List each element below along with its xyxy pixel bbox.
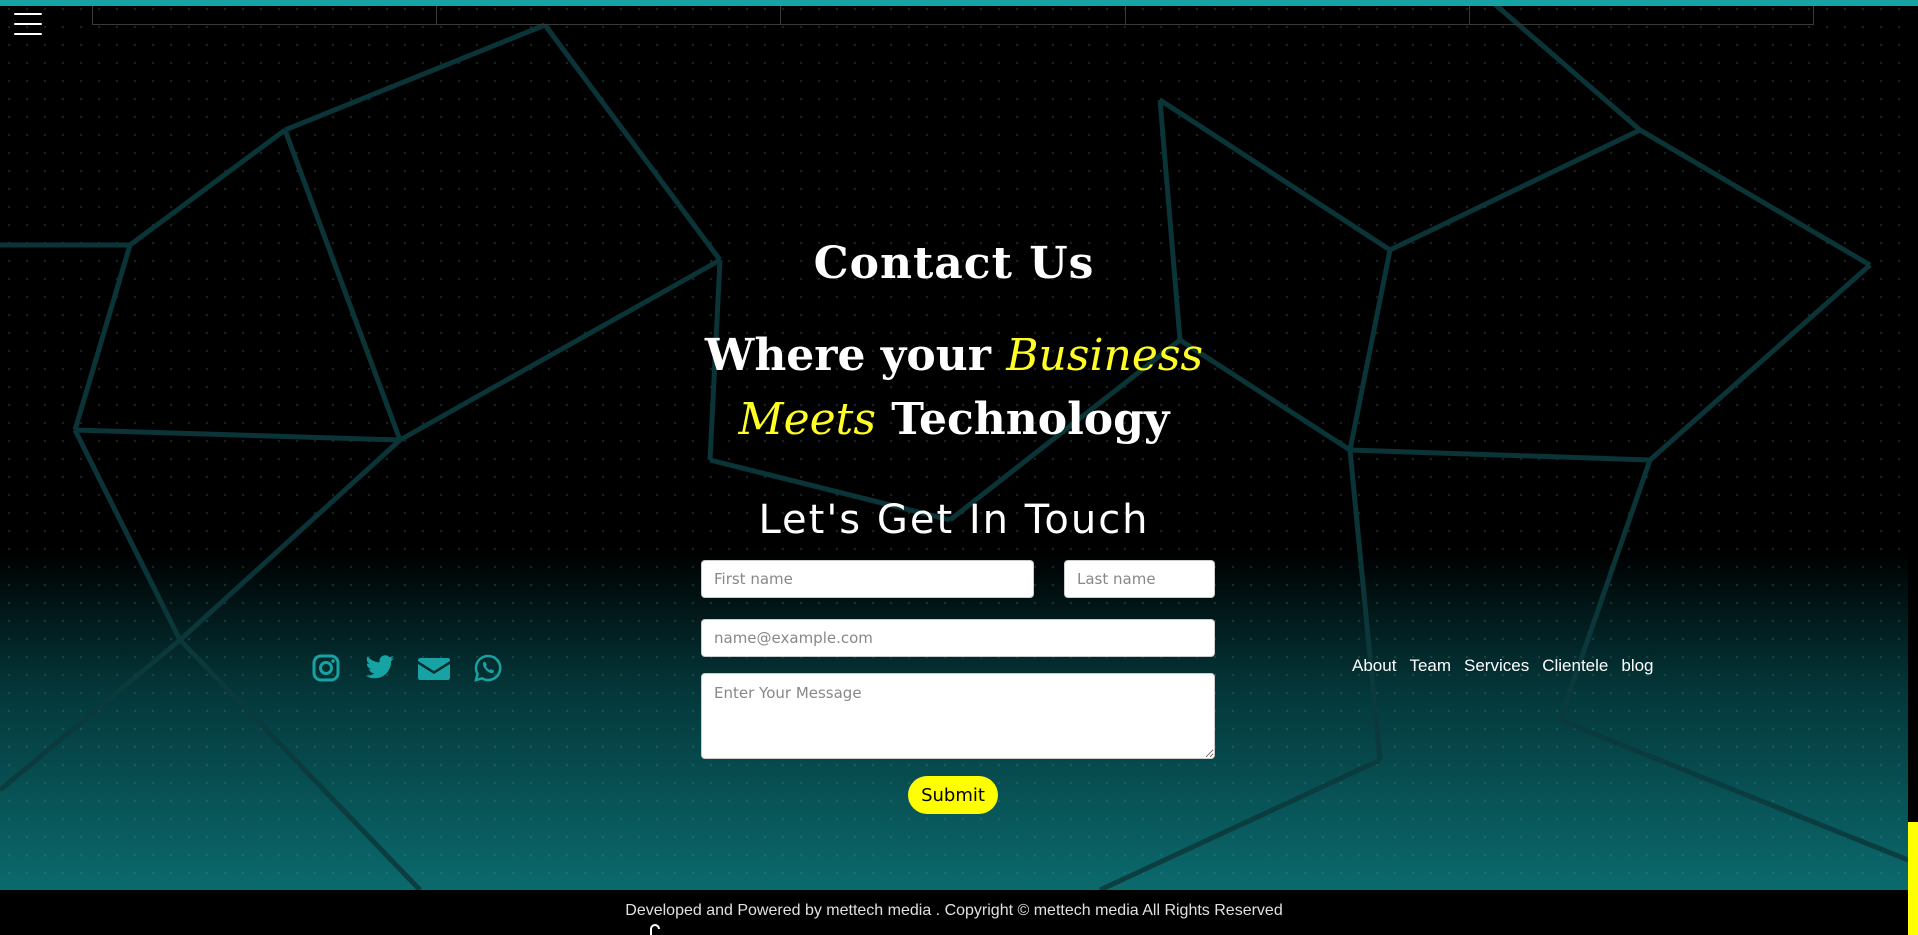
nav-link-about[interactable]: About [1352, 656, 1396, 676]
social-links [310, 652, 504, 684]
submit-button[interactable]: Submit [908, 776, 998, 814]
contact-heading: Contact Us [813, 238, 1095, 289]
nav-link-clientele[interactable]: Clientele [1542, 656, 1608, 676]
nav-link-blog[interactable]: blog [1621, 656, 1653, 676]
footer-nav: About Team Services Clientele blog [1352, 656, 1667, 676]
nav-link-services[interactable]: Services [1464, 656, 1529, 676]
lock-icon [650, 924, 660, 935]
first-name-input[interactable] [701, 560, 1034, 598]
hamburger-menu-icon[interactable] [14, 13, 42, 39]
top-nav-cell [781, 6, 1126, 24]
scroll-accent [1908, 822, 1918, 935]
tagline-text: Technology [875, 394, 1170, 445]
top-nav-grid [92, 6, 1814, 25]
tagline-line-2: Meets Technology [0, 390, 1908, 450]
instagram-icon[interactable] [310, 652, 342, 684]
last-name-input[interactable] [1064, 560, 1215, 598]
nav-link-team[interactable]: Team [1409, 656, 1451, 676]
get-in-touch-heading: Let's Get In Touch [758, 497, 1150, 543]
top-nav-cell [1126, 6, 1470, 24]
top-nav-cell [1470, 6, 1813, 24]
tagline-line-1: Where your Business [0, 326, 1908, 386]
tagline-text: Where your [704, 330, 1007, 381]
envelope-icon[interactable] [418, 652, 450, 684]
message-textarea[interactable] [701, 673, 1215, 759]
twitter-icon[interactable] [364, 652, 396, 684]
email-input[interactable] [701, 619, 1215, 657]
footer-copyright: Developed and Powered by mettech media .… [625, 902, 1283, 919]
top-nav-cell [437, 6, 782, 24]
tagline-script-meets: Meets [738, 394, 876, 445]
tagline-script-business: Business [1006, 330, 1204, 381]
top-nav-cell [93, 6, 438, 24]
whatsapp-icon[interactable] [472, 652, 504, 684]
